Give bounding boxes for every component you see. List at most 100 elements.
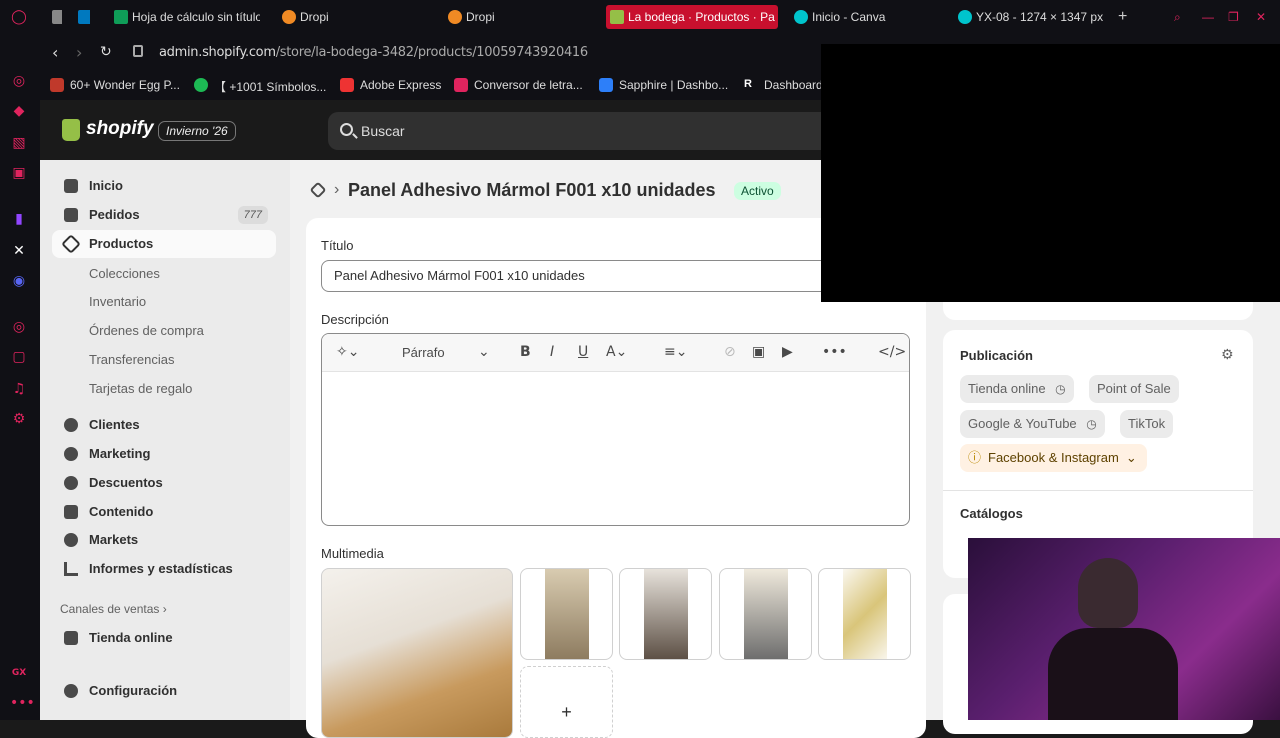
tab-canva[interactable]: Inicio - Canva	[790, 5, 940, 29]
nav-item-configuracion[interactable]: Configuración	[52, 677, 276, 705]
back-icon[interactable]: ‹	[52, 43, 58, 62]
gx-icon[interactable]: GX	[10, 664, 28, 682]
tab-canva-2[interactable]: YX-08 - 1274 × 1347 px	[954, 5, 1114, 29]
search-input[interactable]: Buscar	[328, 112, 848, 150]
nav-item-pedidos[interactable]: Pedidos 777	[52, 201, 276, 229]
product-tag-icon[interactable]	[309, 181, 327, 199]
bookmark-item[interactable]: R Dashboard	[744, 78, 823, 92]
box-icon[interactable]: ▢	[10, 348, 28, 366]
settings-icon[interactable]: ⚙	[10, 410, 28, 428]
link-icon[interactable]: ⊘	[724, 344, 736, 360]
nav-label: Informes y estadísticas	[89, 561, 233, 576]
more-icon[interactable]: •••	[822, 344, 847, 360]
channels-heading[interactable]: Canales de ventas ›	[60, 602, 167, 616]
reload-icon[interactable]: ↻	[100, 44, 112, 60]
nav-sub-inventario[interactable]: Inventario	[89, 294, 146, 309]
channel-chip[interactable]: Point of Sale	[1089, 375, 1179, 403]
nav-sub-colecciones[interactable]: Colecciones	[89, 266, 160, 281]
shopify-icon	[610, 10, 624, 24]
diamond-icon[interactable]: ◆	[10, 102, 28, 120]
more-icon[interactable]: •••	[10, 694, 35, 712]
ai-magic-icon[interactable]: ✧⌄	[336, 344, 359, 360]
discord-icon[interactable]: ◉	[10, 272, 28, 290]
trello-icon[interactable]	[74, 5, 90, 29]
nav-item-clientes[interactable]: Clientes	[52, 411, 276, 439]
nav-item-productos[interactable]: Productos	[52, 230, 276, 258]
search-tabs-icon[interactable]: ⌕	[1174, 5, 1190, 29]
nav-sub-ordenes[interactable]: Órdenes de compra	[89, 323, 204, 338]
bookmark-item[interactable]: 【 +1001 Símbolos...	[194, 78, 326, 95]
channel-chip[interactable]: TikTok	[1120, 410, 1174, 438]
video-icon[interactable]: ▶	[782, 344, 793, 360]
tab-label: La bodega · Productos · Pa	[628, 10, 775, 24]
nav-item-contenido[interactable]: Contenido	[52, 498, 276, 526]
shopify-logo[interactable]: shopify	[62, 118, 154, 141]
media-thumb[interactable]	[619, 568, 712, 660]
tab-sheets[interactable]: Hoja de cálculo sin título	[110, 5, 260, 29]
x-icon[interactable]: ✕	[10, 242, 28, 260]
webcam-overlay	[968, 538, 1280, 720]
bookmark-item[interactable]: Sapphire | Dashbo...	[599, 78, 728, 92]
paragraph-select[interactable]: Párrafo	[402, 345, 445, 360]
tab-dropi[interactable]: Dropi	[278, 5, 428, 29]
bold-icon[interactable]: B	[520, 344, 531, 360]
image-icon[interactable]: ▣	[752, 344, 765, 360]
title-field[interactable]: Panel Adhesivo Mármol F001 x10 unidades	[321, 260, 881, 292]
cube-icon[interactable]: ▣	[10, 164, 28, 182]
description-editor[interactable]: ✧⌄ Párrafo ⌄ B I U A⌄ ≡⌄ ⊘ ▣ ▶ ••• </>	[321, 333, 910, 526]
media-thumb[interactable]	[818, 568, 911, 660]
filter-icon[interactable]: ⚙	[1221, 347, 1234, 363]
media-thumb[interactable]	[520, 568, 613, 660]
bookmark-item[interactable]: Conversor de letra...	[454, 78, 583, 92]
channel-label: Facebook & Instagram	[988, 450, 1119, 465]
nav-sub-tarjetas[interactable]: Tarjetas de regalo	[89, 381, 192, 396]
wallet-icon[interactable]: ▧	[10, 134, 28, 152]
nav-item-markets[interactable]: Markets	[52, 526, 276, 554]
code-icon[interactable]: </>	[878, 344, 906, 360]
chevron-down-icon: ⌄	[1125, 450, 1137, 465]
url-domain: admin.shopify.com	[159, 45, 276, 60]
channel-chip[interactable]: Tienda online ◷	[960, 375, 1074, 403]
aria-icon[interactable]: ◎	[10, 72, 28, 90]
nav-label: Tienda online	[89, 630, 173, 645]
text-color-icon[interactable]: A⌄	[606, 344, 627, 360]
bookmark-item[interactable]: Adobe Express	[340, 78, 441, 92]
music-icon[interactable]: ♫	[10, 380, 28, 398]
status-badge: Activo	[734, 182, 781, 200]
nav-item-descuentos[interactable]: Descuentos	[52, 469, 276, 497]
twitch-icon[interactable]: ▮	[10, 210, 28, 228]
lock-icon	[133, 45, 143, 57]
add-media-button[interactable]: +	[520, 666, 613, 738]
media-thumb[interactable]	[719, 568, 812, 660]
new-tab-icon[interactable]: +	[1118, 5, 1134, 29]
channel-label: Tienda online	[968, 381, 1046, 396]
nav-label: Configuración	[89, 683, 178, 698]
maximize-icon[interactable]: ❐	[1228, 5, 1244, 29]
tab-shopify[interactable]: La bodega · Productos · Pa	[606, 5, 778, 29]
channel-chip[interactable]: Google & YouTube ◷	[960, 410, 1105, 438]
paragraph-label: Párrafo	[402, 345, 445, 360]
close-window-icon[interactable]: ✕	[1256, 5, 1272, 29]
bookmark-item[interactable]: 60+ Wonder Egg P...	[50, 78, 180, 92]
url-field[interactable]: admin.shopify.com/store/la-bodega-3482/p…	[159, 45, 588, 60]
italic-icon[interactable]: I	[550, 344, 554, 360]
tab-dropi-2[interactable]: Dropi	[444, 5, 594, 29]
nav-item-informes[interactable]: Informes y estadísticas	[52, 555, 276, 583]
edition-badge[interactable]: Invierno '26	[158, 121, 236, 141]
underline-icon[interactable]: U	[578, 344, 588, 360]
nav-item-tienda-online[interactable]: Tienda online	[52, 624, 276, 652]
tab-manager-icon[interactable]	[48, 5, 62, 29]
nav-item-inicio[interactable]: Inicio	[52, 172, 276, 200]
nav-item-marketing[interactable]: Marketing	[52, 440, 276, 468]
forward-icon[interactable]: ›	[76, 43, 82, 62]
minimize-icon[interactable]: —	[1202, 5, 1218, 29]
opera-logo-icon[interactable]: ◯	[10, 8, 28, 26]
nav-label: Contenido	[89, 504, 154, 519]
align-icon[interactable]: ≡⌄	[664, 344, 687, 360]
media-thumb-main[interactable]	[321, 568, 513, 738]
clock-icon[interactable]: ◎	[10, 318, 28, 336]
channel-chip-warning[interactable]: ⓘ Facebook & Instagram ⌄	[960, 444, 1147, 472]
chevron-down-icon[interactable]: ⌄	[478, 344, 490, 360]
nav-sub-transferencias[interactable]: Transferencias	[89, 352, 175, 367]
channel-label: Google & YouTube	[968, 416, 1077, 431]
